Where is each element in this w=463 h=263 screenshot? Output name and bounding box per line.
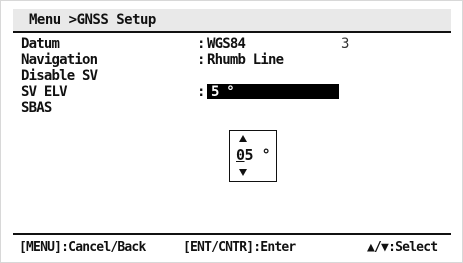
menu-item-label: Datum [21, 36, 60, 52]
menu-item-label: SV ELV [21, 84, 68, 100]
navigation-value: Rhumb Line [207, 52, 284, 68]
title-bar: Menu >GNSS Setup [13, 9, 451, 33]
separator-colon: : [197, 52, 205, 68]
datum-aux-value: 3 [341, 36, 349, 52]
footer-enter-hint: [ENT/CNTR]:Enter [183, 240, 296, 255]
spinner-active-digit: 0 [236, 146, 245, 164]
menu-item-label: Navigation [21, 52, 98, 68]
sv-elv-selected-value[interactable]: 5 ° [207, 84, 339, 100]
gnss-setup-screen: Menu >GNSS Setup Datum : WGS84 3 Navigat… [0, 0, 463, 263]
footer-divider [13, 233, 451, 235]
up-arrow-icon[interactable] [239, 135, 247, 142]
separator-colon: : [197, 36, 205, 52]
datum-value: WGS84 [207, 36, 246, 52]
spinner-rest-digit: 5 ° [244, 146, 271, 164]
menu-item-label: Disable SV [21, 68, 98, 84]
sv-elv-spinner[interactable]: 05 ° [229, 130, 277, 182]
menu-item-label: SBAS [21, 100, 52, 116]
footer-help-bar: [MENU]:Cancel/Back [ENT/CNTR]:Enter ▲/▼:… [13, 238, 458, 258]
footer-select-hint: ▲/▼:Select [367, 240, 438, 255]
spinner-value: 05 ° [236, 145, 271, 165]
separator-colon: : [197, 84, 205, 100]
down-arrow-icon[interactable] [239, 169, 247, 176]
footer-cancel-hint: [MENU]:Cancel/Back [19, 240, 146, 255]
breadcrumb: Menu >GNSS Setup [29, 12, 156, 28]
